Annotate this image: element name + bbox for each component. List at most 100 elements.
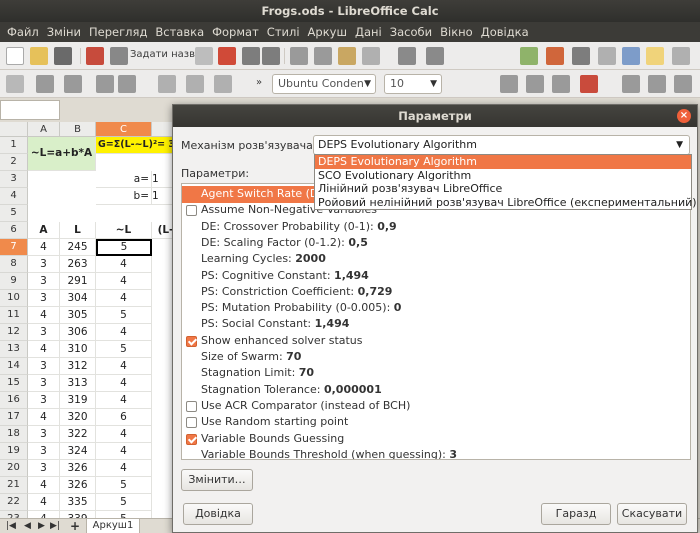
menu-item[interactable]: Стилі xyxy=(263,25,304,39)
corner-header[interactable] xyxy=(0,122,28,137)
cell[interactable]: 3 xyxy=(28,375,60,392)
column-header-b[interactable]: B xyxy=(60,122,96,137)
add-sheet-icon[interactable]: + xyxy=(70,519,80,533)
name-box[interactable] xyxy=(0,100,60,120)
first-sheet-icon[interactable]: |◀ xyxy=(6,519,16,533)
cell[interactable]: 326 xyxy=(60,477,96,494)
align-right-icon[interactable] xyxy=(674,75,692,93)
cell[interactable]: 3 xyxy=(28,273,60,290)
cell[interactable]: 4 xyxy=(28,307,60,324)
parameter-row[interactable]: Variable Bounds Guessing xyxy=(182,431,690,448)
set-name-label[interactable]: Задати назву xyxy=(130,49,201,60)
bold-icon[interactable] xyxy=(500,75,518,93)
row-header[interactable]: 8 xyxy=(0,256,28,273)
cell[interactable]: 3 xyxy=(28,290,60,307)
cell[interactable]: 335 xyxy=(60,494,96,511)
insert-chart-icon[interactable] xyxy=(546,47,564,65)
find-icon[interactable] xyxy=(195,47,213,65)
engine-option[interactable]: Лінійний розв'язувач LibreOffice xyxy=(315,182,691,196)
parameter-row[interactable]: Use ACR Comparator (instead of BCH) xyxy=(182,398,690,415)
cell[interactable]: 4 xyxy=(96,273,152,290)
cell[interactable]: 304 xyxy=(60,290,96,307)
cell[interactable]: ~L=a+b*A xyxy=(28,137,96,171)
define-print-area-icon[interactable] xyxy=(214,75,232,93)
row-header[interactable]: 3 xyxy=(0,171,28,188)
cell[interactable]: 4 xyxy=(96,443,152,460)
engine-option[interactable]: SCO Evolutionary Algorithm xyxy=(315,169,691,183)
cell[interactable]: 4 xyxy=(28,239,60,256)
cell[interactable]: 305 xyxy=(60,307,96,324)
styles-icon[interactable] xyxy=(6,75,24,93)
engine-select[interactable]: DEPS Evolutionary Algorithm ▼ xyxy=(313,135,690,155)
align-left-icon[interactable] xyxy=(622,75,640,93)
parameter-row[interactable]: Size of Swarm: 70 xyxy=(182,349,690,366)
cell[interactable]: 310 xyxy=(60,341,96,358)
header-footer-icon[interactable] xyxy=(672,47,690,65)
menu-item[interactable]: Довідка xyxy=(477,25,533,39)
ok-button[interactable]: Гаразд xyxy=(541,503,611,525)
row-header[interactable]: 2 xyxy=(0,154,28,171)
hyperlink-icon[interactable] xyxy=(622,47,640,65)
menu-item[interactable]: Зміни xyxy=(43,25,85,39)
cell[interactable]: 245 xyxy=(60,239,96,256)
cell[interactable]: ~L xyxy=(96,222,152,239)
parameter-row[interactable]: Show enhanced solver status xyxy=(182,333,690,350)
row-header[interactable]: 19 xyxy=(0,443,28,460)
font-color-icon[interactable] xyxy=(580,75,598,93)
cell[interactable]: 4 xyxy=(96,256,152,273)
cell[interactable]: 4 xyxy=(28,341,60,358)
font-name-combo[interactable]: Ubuntu Conden ▼ xyxy=(272,74,376,94)
filter-icon[interactable] xyxy=(96,75,114,93)
clone-formatting-icon[interactable] xyxy=(362,47,380,65)
table-icon[interactable] xyxy=(218,47,236,65)
tools-icon[interactable] xyxy=(64,75,82,93)
row-header[interactable]: 17 xyxy=(0,409,28,426)
row-header[interactable]: 18 xyxy=(0,426,28,443)
special-character-icon[interactable] xyxy=(598,47,616,65)
parameter-row[interactable]: PS: Cognitive Constant: 1,494 xyxy=(182,268,690,285)
cell[interactable]: 263 xyxy=(60,256,96,273)
cell[interactable]: 313 xyxy=(60,375,96,392)
menu-item[interactable]: Файл xyxy=(3,25,43,39)
cell[interactable]: 4 xyxy=(96,460,152,477)
parameter-row[interactable]: Learning Cycles: 2000 xyxy=(182,251,690,268)
sort-icon[interactable] xyxy=(118,75,136,93)
brush-icon[interactable] xyxy=(36,75,54,93)
cell[interactable]: 3 xyxy=(28,392,60,409)
more-options-icon[interactable]: » xyxy=(256,77,262,88)
cell[interactable]: 291 xyxy=(60,273,96,290)
next-sheet-icon[interactable]: ▶ xyxy=(38,519,45,533)
cell[interactable]: 306 xyxy=(60,324,96,341)
menu-item[interactable]: Вікно xyxy=(436,25,477,39)
column-header-a[interactable]: A xyxy=(28,122,60,137)
row-header[interactable]: 22 xyxy=(0,494,28,511)
row-header[interactable]: 4 xyxy=(0,188,28,205)
italic-icon[interactable] xyxy=(526,75,544,93)
cell[interactable]: 319 xyxy=(60,392,96,409)
menu-item[interactable]: Засоби xyxy=(386,25,436,39)
row-header[interactable]: 10 xyxy=(0,290,28,307)
undo-icon[interactable] xyxy=(398,47,416,65)
row-header[interactable]: 13 xyxy=(0,341,28,358)
cell[interactable]: 4 xyxy=(28,494,60,511)
menu-item[interactable]: Перегляд xyxy=(85,25,151,39)
help-button[interactable]: Довідка xyxy=(183,503,253,525)
parameter-row[interactable]: DE: Crossover Probability (0-1): 0,9 xyxy=(182,219,690,236)
cell[interactable]: 4 xyxy=(28,409,60,426)
parameter-row[interactable]: PS: Social Constant: 1,494 xyxy=(182,316,690,333)
modify-button[interactable]: Змінити… xyxy=(181,469,253,491)
freeze-icon[interactable] xyxy=(158,75,176,93)
engine-option[interactable]: DEPS Evolutionary Algorithm xyxy=(315,155,691,169)
cell[interactable]: 5 xyxy=(96,341,152,358)
insert-image-icon[interactable] xyxy=(520,47,538,65)
cell[interactable]: L xyxy=(60,222,96,239)
column-header-c[interactable]: C xyxy=(96,122,152,137)
cell[interactable]: G=Σ(L-~L)²= 395 xyxy=(96,137,180,154)
pivot-table-icon[interactable] xyxy=(572,47,590,65)
menu-item[interactable]: Аркуш xyxy=(304,25,351,39)
cell[interactable]: 5 xyxy=(96,239,152,256)
cell[interactable]: 320 xyxy=(60,409,96,426)
parameters-list[interactable]: Agent Switch Rate (DE Assume Non-Negative… xyxy=(181,183,691,460)
font-size-combo[interactable]: 10 ▼ xyxy=(384,74,442,94)
parameter-row[interactable]: Stagnation Limit: 70 xyxy=(182,365,690,382)
